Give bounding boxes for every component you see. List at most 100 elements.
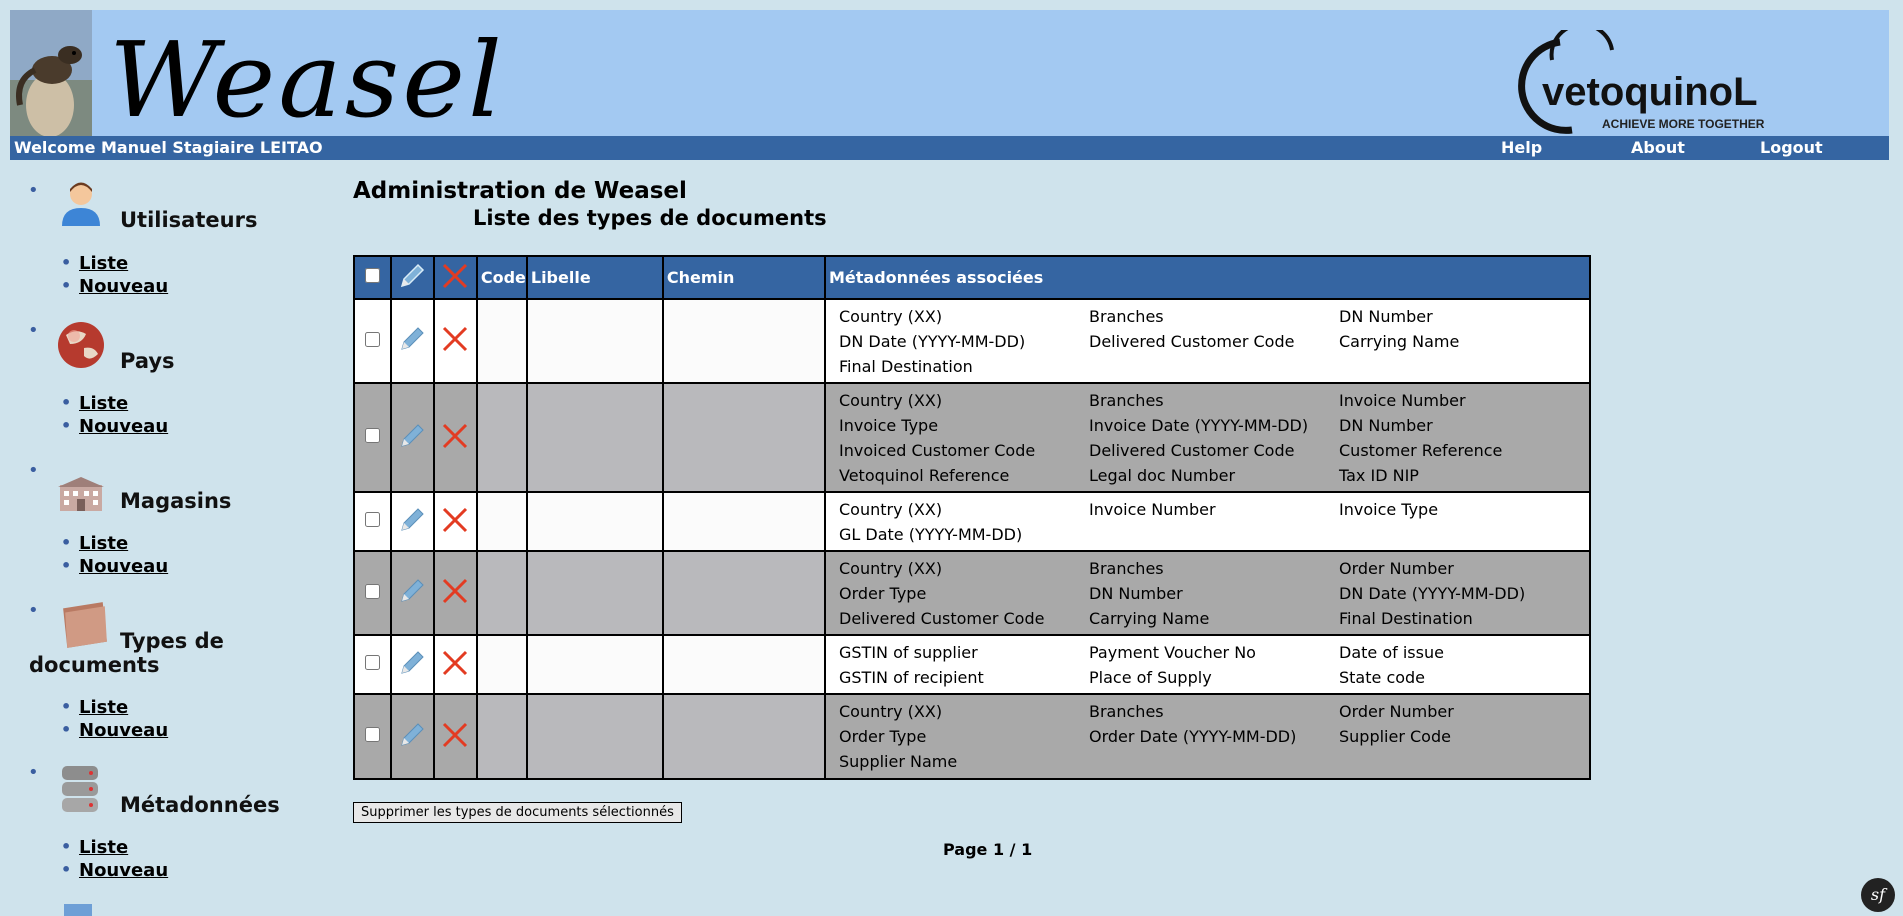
select-all-checkbox[interactable] (365, 268, 380, 283)
row-checkbox[interactable] (365, 428, 380, 443)
chemin-cell (661, 382, 827, 493)
metadata-list: Country (XX) Invoice Number Invoice Type GL… (826, 493, 1589, 550)
metadata-list: Country (XX) Branches Invoice Number Invoic… (826, 384, 1589, 491)
chemin-cell (661, 634, 827, 695)
delete-cross-icon[interactable] (440, 324, 470, 354)
edit-pencil-icon[interactable] (397, 505, 427, 535)
about-link[interactable]: About (1631, 136, 1685, 160)
metadata-cell: Country (XX) Branches Invoice Number Invoic… (824, 382, 1591, 493)
pays-nouveau-link[interactable]: Nouveau (61, 416, 168, 437)
metadata-item: Supplier Name (839, 752, 958, 771)
metadata-item: Final Destination (1339, 609, 1473, 628)
column-header-libelle[interactable]: Libelle (525, 255, 664, 300)
metadata-item: Country (XX) (839, 559, 943, 578)
code-cell (475, 491, 528, 552)
edit-cell (390, 693, 435, 780)
metadata-item: Final Destination (839, 357, 973, 376)
edit-pencil-icon[interactable] (397, 720, 427, 750)
metadonnees-liste-link[interactable]: Liste (61, 837, 128, 858)
metadata-cell: Country (XX) Invoice Number Invoice Type GL… (824, 491, 1591, 552)
row-select-cell (352, 550, 393, 636)
types-documents-nouveau-link[interactable]: Nouveau (61, 720, 168, 741)
row-checkbox[interactable] (365, 583, 380, 599)
chemin-cell (661, 693, 827, 780)
utilisateurs-liste-link[interactable]: Liste (61, 253, 128, 274)
pencil-icon (401, 263, 425, 287)
logout-link[interactable]: Logout (1760, 136, 1823, 160)
header-banner: Weasel vetoquinoL ACHIEVE MORE TOGETHER (10, 10, 1889, 140)
delete-column-header (432, 255, 478, 300)
edit-cell (390, 491, 435, 552)
delete-selected-button[interactable]: Supprimer les types de documents sélecti… (353, 802, 682, 823)
delete-cell (432, 550, 478, 636)
row-select-cell (352, 382, 393, 493)
sidebar-bullet: • (28, 180, 39, 201)
row-select-cell (352, 693, 393, 780)
metadata-item: Payment Voucher No (1089, 643, 1256, 662)
row-checkbox[interactable] (365, 655, 380, 670)
magasins-nouveau-link[interactable]: Nouveau (61, 556, 168, 577)
delete-cell (432, 382, 478, 493)
delete-cross-icon[interactable] (440, 421, 470, 451)
metadata-item: Order Date (YYYY-MM-DD) (1089, 727, 1297, 746)
row-checkbox[interactable] (365, 331, 380, 347)
logo-wordmark: vetoquinoL (1542, 70, 1758, 114)
column-header-metadonnees: Métadonnées associées (824, 255, 1591, 300)
metadata-item: Order Number (1339, 702, 1454, 721)
metadata-item: Country (XX) (839, 391, 943, 410)
edit-pencil-icon[interactable] (397, 421, 427, 451)
pays-liste-link[interactable]: Liste (61, 393, 128, 414)
types-documents-liste-link[interactable]: Liste (61, 697, 128, 718)
delete-cross-icon[interactable] (440, 576, 470, 606)
row-checkbox[interactable] (365, 512, 380, 527)
edit-pencil-icon[interactable] (397, 576, 427, 606)
code-cell (475, 693, 528, 780)
column-header-chemin[interactable]: Chemin (661, 255, 827, 300)
symfony-toolbar-icon[interactable]: sf (1861, 878, 1895, 912)
edit-pencil-icon[interactable] (397, 324, 427, 354)
metadata-item: Delivered Customer Code (839, 609, 1045, 628)
sidebar-bullet: • (28, 320, 39, 341)
code-cell (475, 298, 528, 384)
metadata-cell: Country (XX) Branches DN Number DN Date (YY… (824, 298, 1591, 384)
help-link[interactable]: Help (1501, 136, 1542, 160)
delete-cross-icon[interactable] (440, 505, 470, 535)
welcome-message: Welcome Manuel Stagiaire LEITAO (14, 138, 323, 157)
metadata-item: Vetoquinol Reference (839, 466, 1010, 485)
delete-cell (432, 298, 478, 384)
delete-cell (432, 693, 478, 780)
magasins-liste-link[interactable]: Liste (61, 533, 128, 554)
table-row: GSTIN of supplier Payment Voucher No Date … (352, 634, 1591, 695)
delete-cross-icon[interactable] (440, 648, 470, 678)
sidebar-bullet: • (28, 762, 39, 783)
metadata-list: Country (XX) Branches Order Number Order Ty… (826, 552, 1589, 634)
metadata-item: Delivered Customer Code (1089, 332, 1295, 351)
metadata-item: DN Date (YYYY-MM-DD) (839, 332, 1026, 351)
metadata-item: Invoice Date (YYYY-MM-DD) (1089, 416, 1309, 435)
delete-cross-icon[interactable] (440, 720, 470, 750)
metadata-item: Customer Reference (1339, 441, 1503, 460)
metadata-item: Invoice Number (1339, 391, 1466, 410)
edit-cell (390, 382, 435, 493)
metadata-cell: Country (XX) Branches Order Number Order Ty… (824, 550, 1591, 636)
delete-cross-icon (443, 263, 468, 288)
brand-title: Weasel (109, 19, 506, 141)
table-row: Country (XX) Branches Invoice Number Invoic… (352, 382, 1591, 493)
edit-pencil-icon[interactable] (397, 648, 427, 678)
metadonnees-nouveau-link[interactable]: Nouveau (61, 860, 168, 881)
utilisateurs-nouveau-link[interactable]: Nouveau (61, 276, 168, 297)
metadata-item: Invoice Type (1339, 500, 1439, 519)
metadata-item: Country (XX) (839, 702, 943, 721)
metadata-item: DN Date (YYYY-MM-DD) (1339, 584, 1526, 603)
extra-section-icon (64, 904, 92, 916)
row-select-cell (352, 298, 393, 384)
row-checkbox[interactable] (365, 727, 380, 742)
row-select-cell (352, 634, 393, 695)
metadata-cell: GSTIN of supplier Payment Voucher No Date … (824, 634, 1591, 695)
column-header-code[interactable]: Code (475, 255, 528, 300)
metadata-item: Country (XX) (839, 500, 943, 519)
folder-icon (63, 602, 107, 648)
sidebar-title-utilisateurs: Utilisateurs (120, 208, 258, 232)
metadata-list: GSTIN of supplier Payment Voucher No Date … (826, 636, 1589, 693)
metadata-item: GL Date (YYYY-MM-DD) (839, 525, 1023, 544)
